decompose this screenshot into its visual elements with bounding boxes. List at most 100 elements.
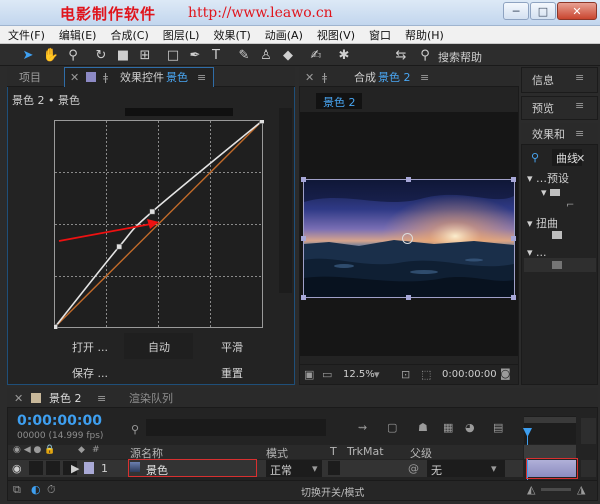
menu-file[interactable]: 文件(F) xyxy=(0,27,51,43)
menu-animation[interactable]: 动画(A) xyxy=(257,27,309,43)
timeline-timecode[interactable]: 0:00:00:00 xyxy=(17,413,102,429)
tab-info[interactable]: 信息 xyxy=(532,70,554,90)
tree-folder-item[interactable]: ▾ xyxy=(541,186,561,199)
frame-blending-icon[interactable]: ▦ xyxy=(443,421,453,434)
zoom-level[interactable]: 12.5% xyxy=(343,369,375,380)
motion-blur-icon[interactable]: ◕ xyxy=(465,421,475,434)
always-preview-icon[interactable]: ▣ xyxy=(304,368,314,381)
snapping-icon[interactable]: ⇆ xyxy=(392,46,410,64)
info-menu-icon[interactable]: ≡ xyxy=(575,71,584,84)
timeline-search-input[interactable] xyxy=(146,419,326,436)
col-trkmat[interactable]: TrkMat xyxy=(347,445,384,458)
text-tool-icon[interactable]: T xyxy=(207,46,225,64)
region-icon[interactable]: ⊡ xyxy=(401,368,410,381)
menu-composition[interactable]: 合成(C) xyxy=(102,27,154,43)
pickwhip-icon[interactable]: @ xyxy=(408,462,419,475)
close-timeline-tab-icon[interactable]: ✕ xyxy=(14,392,23,405)
timeline-menu-icon[interactable]: ≡ xyxy=(97,392,106,405)
effects-menu-icon[interactable]: ≡ xyxy=(575,127,584,140)
curve-control-point[interactable] xyxy=(54,324,58,330)
auto-button[interactable]: 自动 xyxy=(148,339,170,355)
comp-lock-icon[interactable]: ǂ xyxy=(322,71,327,84)
tab-timeline-comp[interactable]: 景色 2 xyxy=(49,388,82,408)
panel-menu-icon[interactable]: ≡ xyxy=(197,71,206,84)
work-area-bar[interactable] xyxy=(524,417,576,423)
layer-switches-icon[interactable]: ⧉ xyxy=(13,483,21,497)
handle-tr[interactable] xyxy=(511,177,516,182)
brush-tool-icon[interactable]: ✎ xyxy=(235,46,253,64)
search-help-icon[interactable]: ⚲ xyxy=(416,46,434,64)
menu-effect[interactable]: 效果(T) xyxy=(205,27,256,43)
comp-menu-icon[interactable]: ≡ xyxy=(420,71,429,84)
parent-dropdown-icon[interactable]: ▾ xyxy=(491,462,497,475)
panel-scrollbar[interactable] xyxy=(279,108,292,293)
anchor-point-icon[interactable] xyxy=(402,233,413,244)
toggle-switches-modes[interactable]: 切换开关/模式 xyxy=(301,484,364,499)
camera-tool-icon[interactable]: ■ xyxy=(114,46,132,64)
comp-tab-name[interactable]: 景色 2 xyxy=(378,67,411,87)
transparency-grid-icon[interactable]: ⬚ xyxy=(421,368,431,381)
curve-control-point[interactable] xyxy=(149,208,156,215)
tab-project[interactable]: 项目 xyxy=(19,67,41,87)
menu-view[interactable]: 视图(V) xyxy=(309,27,361,43)
comp-name-tag[interactable]: 景色 2 xyxy=(316,93,362,109)
audio-toggle[interactable] xyxy=(29,461,43,475)
handle-tc[interactable] xyxy=(406,177,411,182)
roto-brush-tool-icon[interactable]: ✍ xyxy=(307,46,325,64)
layer-name[interactable]: 景色 xyxy=(146,462,168,478)
handle-mr[interactable] xyxy=(511,236,516,241)
transfer-controls-icon[interactable]: ◐ xyxy=(31,483,41,496)
zoom-dropdown-icon[interactable]: ▾ xyxy=(374,368,380,381)
menu-window[interactable]: 窗口 xyxy=(361,27,397,43)
curve-control-point[interactable] xyxy=(259,120,265,124)
selection-tool-icon[interactable]: ➤ xyxy=(19,46,37,64)
handle-bc[interactable] xyxy=(406,295,411,300)
rectangle-tool-icon[interactable]: □ xyxy=(164,46,182,64)
monitor-icon[interactable]: ▭ xyxy=(322,368,332,381)
rotate-tool-icon[interactable]: ↻ xyxy=(92,46,110,64)
zoom-slider[interactable] xyxy=(541,488,571,491)
menu-layer[interactable]: 图层(L) xyxy=(155,27,206,43)
handle-tl[interactable] xyxy=(301,177,306,182)
tree-item-presets[interactable]: ▾ …预设 xyxy=(527,170,597,186)
menu-edit[interactable]: 编辑(E) xyxy=(51,27,103,43)
zoom-tool-icon[interactable]: ⚲ xyxy=(64,46,82,64)
puppet-tool-icon[interactable]: ✱ xyxy=(335,46,353,64)
clear-search-icon[interactable]: ✕ xyxy=(576,152,585,165)
tab-preview[interactable]: 预览 xyxy=(532,98,554,118)
snapshot-icon[interactable]: ◙ xyxy=(500,367,511,380)
close-tab-icon[interactable]: ✕ xyxy=(70,71,79,84)
handle-br[interactable] xyxy=(511,295,516,300)
timeline-nav-icon[interactable] xyxy=(581,460,596,477)
comp-timecode[interactable]: 0:00:00:00 xyxy=(442,369,497,380)
comp-button[interactable] xyxy=(581,418,596,444)
close-button[interactable]: ✕ xyxy=(557,2,597,20)
graph-editor-icon[interactable]: ▤ xyxy=(493,421,503,434)
tree-item-distort[interactable]: ▾ 扭曲 xyxy=(527,215,558,231)
col-mode[interactable]: 模式 xyxy=(266,445,288,461)
layer-label-color[interactable] xyxy=(84,462,94,474)
comp-tab-label[interactable]: 合成 xyxy=(354,67,376,87)
handle-ml[interactable] xyxy=(301,236,306,241)
preview-menu-icon[interactable]: ≡ xyxy=(575,99,584,112)
preserve-transparency-toggle[interactable] xyxy=(328,461,340,475)
eraser-tool-icon[interactable]: ◆ xyxy=(279,46,297,64)
pen-tool-icon[interactable]: ✒ xyxy=(186,46,204,64)
expand-layer-icon[interactable]: ▶ xyxy=(71,462,79,475)
menu-help[interactable]: 帮助(H) xyxy=(397,27,450,43)
stamp-tool-icon[interactable]: ♙ xyxy=(257,46,275,64)
tab-effects-presets[interactable]: 效果和 xyxy=(532,124,570,144)
col-t[interactable]: T xyxy=(330,445,337,458)
pan-behind-tool-icon[interactable]: ⊞ xyxy=(136,46,154,64)
minimize-button[interactable]: ─ xyxy=(503,2,529,20)
in-out-icon[interactable]: ⏱ xyxy=(47,483,56,497)
lock-icon[interactable]: ǂ xyxy=(103,71,108,84)
draft-3d-icon[interactable]: ▢ xyxy=(387,421,397,434)
visibility-eye-icon[interactable]: ◉ xyxy=(12,462,22,475)
col-parent[interactable]: 父级 xyxy=(410,445,432,461)
comp-mini-flowchart-icon[interactable]: ⇝ xyxy=(358,421,367,434)
tab-render-queue[interactable]: 渲染队列 xyxy=(129,388,173,408)
reset-button[interactable]: 重置 xyxy=(221,365,243,381)
open-button[interactable]: 打开 ... xyxy=(72,339,108,355)
maximize-button[interactable]: □ xyxy=(530,2,556,20)
